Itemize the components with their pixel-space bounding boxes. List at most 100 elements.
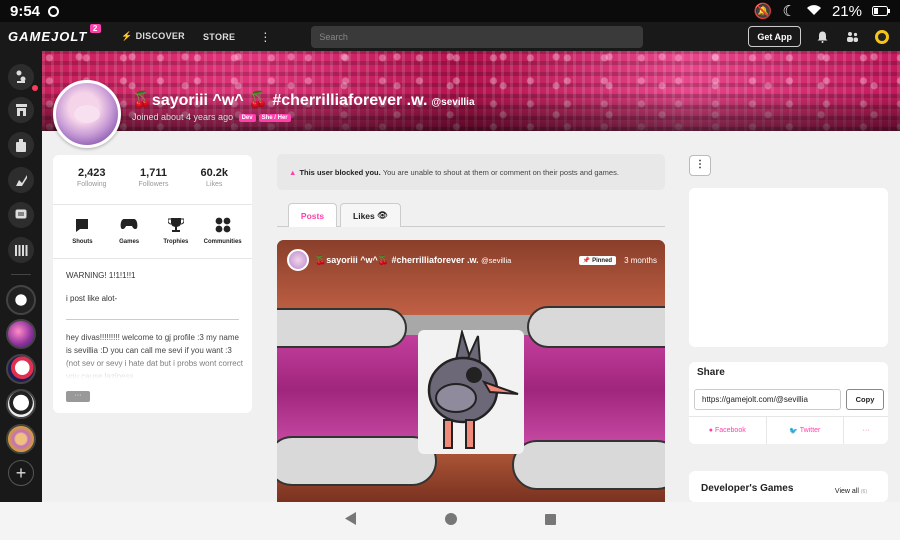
recents-icon[interactable] bbox=[544, 512, 556, 530]
notification-ring-icon bbox=[48, 5, 60, 17]
view-all-link[interactable]: View all (6) bbox=[835, 488, 867, 495]
section-communities[interactable]: Communities bbox=[200, 217, 246, 245]
section-label: Games bbox=[119, 239, 140, 245]
profile-sections: Shouts Games Trophies Communities bbox=[53, 217, 252, 245]
display-name-text: 🍒sayoriii ^w^ 🍒 #cherrilliaforever .w. bbox=[132, 92, 428, 109]
tab-posts[interactable]: Posts bbox=[288, 203, 337, 227]
pinned-post[interactable]: 🍒sayoriii ^w^🍒 #cherrilliaforever .w. @s… bbox=[277, 240, 665, 502]
joined-info: Joined about 4 years ago Dev She / Her bbox=[132, 112, 291, 122]
stat-value: 2,423 bbox=[78, 167, 106, 179]
more-share-button[interactable]: ··· bbox=[844, 417, 888, 444]
bird-illustration bbox=[427, 328, 519, 449]
gamejolt-logo[interactable]: GAMEJOLT 2 bbox=[8, 24, 102, 44]
section-shouts[interactable]: Shouts bbox=[59, 217, 105, 245]
get-app-button[interactable]: Get App bbox=[748, 26, 801, 47]
post-author-handle: @sevillia bbox=[481, 255, 512, 265]
search-input[interactable]: Search bbox=[311, 25, 644, 48]
profile-display-name: 🍒sayoriii ^w^ 🍒 #cherrilliaforever .w. @s… bbox=[132, 90, 475, 110]
wifi-icon bbox=[806, 3, 822, 20]
battery-icon bbox=[872, 3, 890, 20]
tab-likes[interactable]: Likes 👁 bbox=[340, 203, 401, 227]
ad-placeholder bbox=[689, 188, 888, 347]
sidebar-community-avatar[interactable] bbox=[6, 389, 36, 419]
profile-options-button[interactable]: ⋮ bbox=[689, 155, 711, 176]
share-url-field[interactable]: https://gamejolt.com/@sevillia bbox=[694, 389, 841, 410]
divider bbox=[53, 258, 252, 259]
facebook-label: Facebook bbox=[714, 427, 746, 434]
twitter-share-button[interactable]: 🐦 Twitter bbox=[767, 417, 844, 444]
share-title: Share bbox=[697, 367, 725, 378]
cloud-shape bbox=[277, 436, 437, 486]
bio-line: i post like alot- bbox=[66, 294, 118, 303]
stat-following[interactable]: 2,423 Following bbox=[77, 167, 107, 188]
warning-icon: ▲ bbox=[289, 167, 297, 177]
post-time[interactable]: 3 months bbox=[624, 256, 657, 265]
notice-text: You are unable to shout at them or comme… bbox=[382, 167, 619, 177]
stat-label: Likes bbox=[206, 181, 223, 188]
stat-label: Followers bbox=[138, 181, 169, 188]
profile-stats: 2,423 Following 1,711 Followers 60.2k Likes bbox=[53, 167, 252, 188]
facebook-share-button[interactable]: ● Facebook bbox=[689, 417, 767, 444]
post-author-name: 🍒sayoriii ^w^🍒 #cherrilliaforever .w. bbox=[315, 254, 479, 265]
cloud-shape bbox=[512, 440, 665, 490]
sidebar-creator-icon[interactable] bbox=[8, 167, 34, 193]
bird-drawing bbox=[418, 328, 524, 454]
cloud-shape bbox=[277, 308, 407, 348]
user-avatar[interactable] bbox=[875, 29, 889, 44]
sidebar-library-icon[interactable] bbox=[8, 237, 34, 263]
sidebar-store-icon[interactable] bbox=[8, 97, 34, 123]
communities-icon bbox=[200, 217, 246, 235]
bio-expand-button[interactable]: ··· bbox=[66, 391, 90, 402]
stat-followers[interactable]: 1,711 Followers bbox=[139, 167, 169, 188]
logo-text: GAMEJOLT bbox=[8, 29, 88, 44]
copy-button[interactable]: Copy bbox=[846, 389, 884, 410]
do-not-disturb-icon: ☾ bbox=[782, 3, 796, 20]
post-author[interactable]: 🍒sayoriii ^w^🍒 #cherrilliaforever .w. @s… bbox=[315, 255, 511, 266]
friends-icon[interactable] bbox=[845, 30, 859, 44]
trophy-icon bbox=[153, 217, 199, 235]
section-games[interactable]: Games bbox=[106, 217, 152, 245]
sidebar-community-avatar[interactable] bbox=[6, 319, 36, 349]
sidebar-community-avatar[interactable] bbox=[6, 285, 36, 315]
games-count: (6) bbox=[860, 489, 867, 495]
pinned-label: Pinned bbox=[592, 257, 613, 264]
blocked-notice: ▲ This user blocked you. You are unable … bbox=[277, 154, 665, 190]
clock: 9:54 bbox=[10, 2, 41, 20]
stat-label: Following bbox=[76, 181, 107, 188]
shouts-icon bbox=[59, 217, 105, 235]
bio-warning: WARNING! 1!1!1!!1 bbox=[66, 271, 136, 280]
android-nav-bar bbox=[0, 502, 900, 540]
pinned-badge: 📌 Pinned bbox=[578, 255, 617, 265]
twitter-icon: 🐦 bbox=[789, 427, 798, 435]
section-label: Shouts bbox=[72, 239, 93, 245]
sidebar-community-avatar[interactable] bbox=[6, 424, 36, 454]
view-all-label: View all bbox=[834, 488, 859, 495]
store-link[interactable]: STORE bbox=[203, 32, 235, 42]
stat-likes[interactable]: 60.2k Likes bbox=[200, 167, 228, 188]
post-author-avatar[interactable] bbox=[287, 249, 309, 271]
mute-icon: 🔕 bbox=[753, 3, 773, 20]
bell-icon[interactable] bbox=[815, 30, 829, 44]
add-community-icon[interactable]: + bbox=[8, 460, 34, 486]
cloud-shape bbox=[527, 306, 665, 348]
sidebar-community-avatar[interactable] bbox=[6, 354, 36, 384]
developer-games-card: Developer's Games View all (6) bbox=[689, 471, 888, 502]
share-card: Share https://gamejolt.com/@sevillia Cop… bbox=[689, 362, 888, 444]
stat-value: 60.2k bbox=[200, 167, 228, 179]
left-sidebar: + bbox=[0, 51, 42, 502]
section-trophies[interactable]: Trophies bbox=[153, 217, 199, 245]
profile-tabs: Posts Likes 👁 bbox=[277, 203, 665, 227]
sidebar-inventory-icon[interactable] bbox=[8, 132, 34, 158]
developer-games-title: Developer's Games bbox=[701, 483, 794, 494]
sidebar-divider bbox=[11, 274, 31, 275]
more-menu-icon[interactable]: ⋮ bbox=[259, 30, 271, 44]
discover-link[interactable]: ⚡ DISCOVER bbox=[121, 31, 185, 42]
sidebar-chat-icon[interactable] bbox=[8, 202, 34, 228]
sidebar-activity-icon[interactable] bbox=[8, 64, 34, 90]
back-icon[interactable] bbox=[344, 512, 357, 530]
home-icon[interactable] bbox=[444, 512, 457, 530]
profile-avatar[interactable] bbox=[53, 80, 121, 148]
twitter-label: Twitter bbox=[799, 427, 821, 434]
share-buttons: ● Facebook 🐦 Twitter ··· bbox=[689, 416, 888, 444]
post-header: 🍒sayoriii ^w^🍒 #cherrilliaforever .w. @s… bbox=[287, 249, 657, 271]
